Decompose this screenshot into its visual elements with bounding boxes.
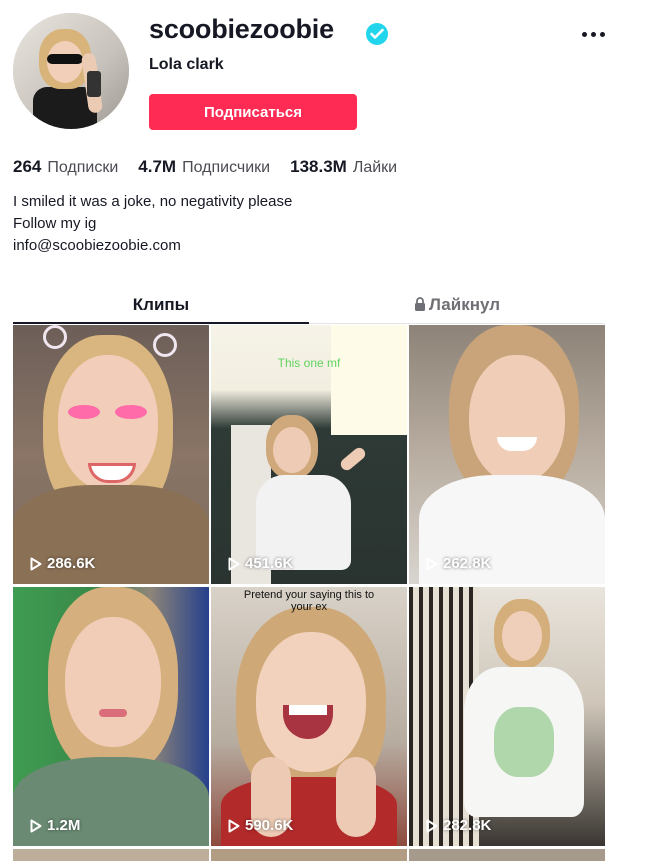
video-thumbnail[interactable]: 1.2M: [13, 587, 209, 846]
more-options-icon[interactable]: [582, 31, 606, 39]
username: scoobiezoobie: [149, 14, 334, 44]
tab-liked[interactable]: Лайкнул: [309, 287, 605, 322]
tab-liked-label: Лайкнул: [428, 294, 501, 314]
view-count-text: 451.6K: [245, 555, 294, 572]
play-icon: [426, 557, 438, 570]
stat-label: Подписчики: [182, 159, 271, 176]
view-count: 262.8K: [426, 555, 491, 572]
view-count: 286.6K: [30, 555, 95, 572]
play-icon: [30, 557, 42, 570]
stat-label: Лайки: [352, 159, 398, 176]
profile-stats: 264 Подписки 4.7M Подписчики 138.3M Лайк…: [13, 157, 397, 177]
lock-icon: [414, 297, 426, 312]
stat-value: 4.7M: [138, 157, 177, 176]
play-icon: [426, 819, 438, 832]
tab-videos[interactable]: Клипы: [13, 287, 309, 324]
view-count-text: 282.8K: [443, 817, 492, 834]
stat-likes: 138.3M Лайки: [290, 157, 397, 177]
bio-line: I smiled it was a joke, no negativity pl…: [13, 193, 293, 210]
view-count-text: 286.6K: [47, 555, 96, 572]
video-thumbnail[interactable]: [211, 849, 407, 861]
video-thumbnail[interactable]: 286.6K: [13, 325, 209, 584]
bio-line: info@scoobiezoobie.com: [13, 237, 181, 254]
video-thumbnail[interactable]: 262.8K: [409, 325, 605, 584]
profile-tabs: Клипы Лайкнул: [13, 287, 605, 324]
nickname: Lola clark: [149, 56, 224, 73]
view-count: 590.6K: [228, 817, 293, 834]
view-count-text: 1.2M: [47, 817, 81, 834]
bio: I smiled it was a joke, no negativity pl…: [13, 191, 292, 257]
stat-label: Подписки: [47, 159, 119, 176]
video-thumbnail[interactable]: This one mf 451.6K: [211, 325, 407, 584]
play-icon: [228, 819, 240, 832]
view-count-text: 590.6K: [245, 817, 294, 834]
stat-followers[interactable]: 4.7M Подписчики: [138, 157, 270, 177]
view-count-text: 262.8K: [443, 555, 492, 572]
view-count: 1.2M: [30, 817, 80, 834]
video-thumbnail[interactable]: 282.8K: [409, 587, 605, 846]
video-caption: Pretend your saying this to your ex: [243, 589, 375, 613]
video-caption: This one mf: [277, 356, 341, 370]
video-thumbnail[interactable]: Pretend your saying this to your ex 590.…: [211, 587, 407, 846]
bio-line: Follow my ig: [13, 215, 97, 232]
play-icon: [30, 819, 42, 832]
avatar[interactable]: [13, 13, 129, 129]
view-count: 282.8K: [426, 817, 491, 834]
view-count: 451.6K: [228, 555, 293, 572]
follow-button[interactable]: Подписаться: [149, 94, 357, 130]
play-icon: [228, 557, 240, 570]
stat-following[interactable]: 264 Подписки: [13, 157, 118, 177]
video-thumbnail[interactable]: [13, 849, 209, 861]
verified-badge-icon: [366, 23, 388, 45]
stat-value: 264: [13, 157, 42, 176]
stat-value: 138.3M: [290, 157, 347, 176]
video-thumbnail[interactable]: [409, 849, 605, 861]
